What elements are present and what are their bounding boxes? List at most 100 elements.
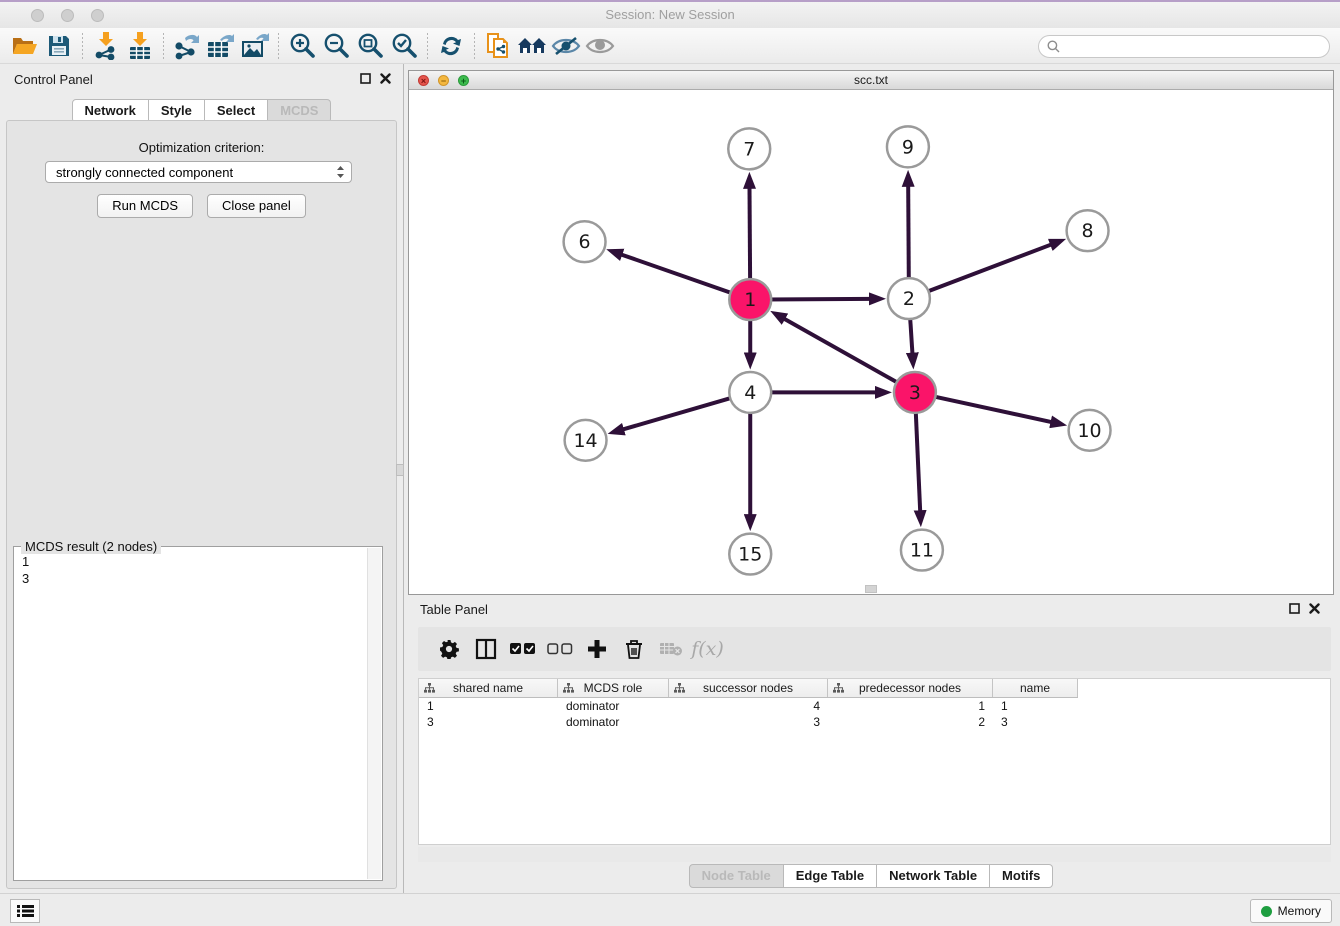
open-session-icon[interactable] <box>8 30 42 62</box>
memory-label: Memory <box>1278 904 1321 918</box>
close-panel-button[interactable]: Close panel <box>207 194 306 218</box>
edge-1-7[interactable] <box>749 187 750 285</box>
run-mcds-button[interactable]: Run MCDS <box>97 194 193 218</box>
edge-2-8[interactable] <box>923 244 1052 293</box>
select-all-icon[interactable] <box>504 631 541 667</box>
deselect-all-icon[interactable] <box>541 631 578 667</box>
show-details-icon[interactable] <box>583 30 617 62</box>
toolbar-separator <box>163 33 164 59</box>
save-session-icon[interactable] <box>42 30 76 62</box>
column-header-predecessor-nodes[interactable]: predecessor nodes <box>828 679 993 697</box>
svg-text:8: 8 <box>1082 220 1094 242</box>
export-image-icon[interactable] <box>238 30 272 62</box>
network-canvas[interactable]: 1 2 3 4 6 7 8 9 10 11 14 15 <box>409 90 1333 594</box>
refresh-layout-icon[interactable] <box>434 30 468 62</box>
tab-network-table[interactable]: Network Table <box>877 864 990 888</box>
column-selector-icon[interactable] <box>467 631 504 667</box>
table-cell: dominator <box>558 698 669 714</box>
edge-1-6[interactable] <box>620 254 736 294</box>
toolbar-separator <box>82 33 83 59</box>
graph-node-6[interactable]: 6 <box>564 221 606 262</box>
graph-node-2[interactable]: 2 <box>888 278 930 319</box>
splitter-grip-icon[interactable] <box>396 464 404 476</box>
control-panel: Control Panel NetworkStyleSelectMCDS Opt… <box>0 64 403 893</box>
svg-text:7: 7 <box>743 138 755 160</box>
table-panel: Table Panel f(x) shared nameMCDS rol <box>408 597 1334 893</box>
tab-edge-table[interactable]: Edge Table <box>784 864 877 888</box>
zoom-fit-icon[interactable] <box>353 30 387 62</box>
window-title: Session: New Session <box>0 7 1340 22</box>
table-cell: 3 <box>419 714 558 730</box>
table-cell: 3 <box>993 714 1078 730</box>
main-toolbar <box>0 28 1340 64</box>
graph-node-4[interactable]: 4 <box>729 372 771 413</box>
hide-details-icon[interactable] <box>549 30 583 62</box>
criterion-dropdown[interactable]: strongly connected component <box>45 161 352 183</box>
network-view-window: × − + scc.txt 1 2 3 4 6 7 8 9 10 11 14 15 <box>408 70 1334 595</box>
table-cell: 2 <box>828 714 993 730</box>
svg-text:15: 15 <box>738 544 762 566</box>
import-network-icon[interactable] <box>89 30 123 62</box>
edge-1-2[interactable] <box>765 299 871 300</box>
svg-text:14: 14 <box>574 430 598 452</box>
edge-3-11[interactable] <box>916 407 921 512</box>
toolbar-separator <box>427 33 428 59</box>
graph-node-7[interactable]: 7 <box>728 128 770 169</box>
tab-node-table[interactable]: Node Table <box>689 864 784 888</box>
cytoscape-app-window: { "window": { "title": "Session: New Ses… <box>0 0 1340 926</box>
control-panel-title: Control Panel <box>14 72 93 87</box>
edge-2-9[interactable] <box>908 185 909 284</box>
import-table-icon[interactable] <box>123 30 157 62</box>
export-network-icon[interactable] <box>170 30 204 62</box>
search-input[interactable] <box>1065 40 1329 54</box>
column-header-name[interactable]: name <box>993 679 1078 697</box>
delete-table-icon <box>652 631 689 667</box>
column-header-MCDS-role[interactable]: MCDS role <box>558 679 669 697</box>
network-overview-icon[interactable] <box>515 30 549 62</box>
graph-node-14[interactable]: 14 <box>565 420 607 461</box>
float-panel-icon[interactable] <box>360 73 371 84</box>
zoom-out-icon[interactable] <box>319 30 353 62</box>
column-header-successor-nodes[interactable]: successor nodes <box>669 679 828 697</box>
optimization-criterion-label: Optimization criterion: <box>7 140 396 155</box>
list-icon <box>17 904 34 918</box>
svg-text:3: 3 <box>909 382 921 404</box>
node-table: shared nameMCDS rolesuccessor nodesprede… <box>418 678 1331 845</box>
gear-icon[interactable] <box>430 631 467 667</box>
edge-4-14[interactable] <box>622 397 736 430</box>
network-window-titlebar[interactable]: × − + scc.txt <box>409 71 1333 90</box>
export-table-icon[interactable] <box>204 30 238 62</box>
show-hide-panels-button[interactable] <box>10 899 40 923</box>
graph-node-1[interactable]: 1 <box>729 279 771 320</box>
table-row[interactable]: 1dominator411 <box>419 698 1078 714</box>
graph-node-11[interactable]: 11 <box>901 530 943 571</box>
close-panel-icon[interactable] <box>380 73 391 84</box>
edge-3-10[interactable] <box>930 396 1053 423</box>
table-scrollbar-track[interactable] <box>418 847 1331 862</box>
float-table-panel-icon[interactable] <box>1289 603 1300 614</box>
tab-motifs[interactable]: Motifs <box>990 864 1053 888</box>
function-builder-icon: f(x) <box>689 631 726 667</box>
window-resize-grip[interactable] <box>865 585 877 593</box>
edge-3-1[interactable] <box>783 318 902 385</box>
zoom-in-icon[interactable] <box>285 30 319 62</box>
graph-node-3[interactable]: 3 <box>894 372 936 413</box>
result-scrollbar[interactable] <box>367 548 381 879</box>
graph-node-15[interactable]: 15 <box>729 534 771 575</box>
delete-column-icon[interactable] <box>615 631 652 667</box>
add-column-icon[interactable] <box>578 631 615 667</box>
graph-node-9[interactable]: 9 <box>887 126 929 167</box>
table-header-row: shared nameMCDS rolesuccessor nodesprede… <box>419 679 1078 698</box>
zoom-selected-icon[interactable] <box>387 30 421 62</box>
search-box <box>1038 35 1330 58</box>
mcds-result-text[interactable]: 1 3 <box>15 548 367 879</box>
graph-node-10[interactable]: 10 <box>1069 410 1111 451</box>
graph-node-8[interactable]: 8 <box>1067 210 1109 251</box>
svg-text:6: 6 <box>579 231 591 253</box>
svg-text:4: 4 <box>744 382 756 404</box>
table-row[interactable]: 3dominator323 <box>419 714 1078 730</box>
memory-button[interactable]: Memory <box>1250 899 1332 923</box>
duplicate-network-icon[interactable] <box>481 30 515 62</box>
close-table-panel-icon[interactable] <box>1309 603 1320 614</box>
column-header-shared-name[interactable]: shared name <box>419 679 558 697</box>
